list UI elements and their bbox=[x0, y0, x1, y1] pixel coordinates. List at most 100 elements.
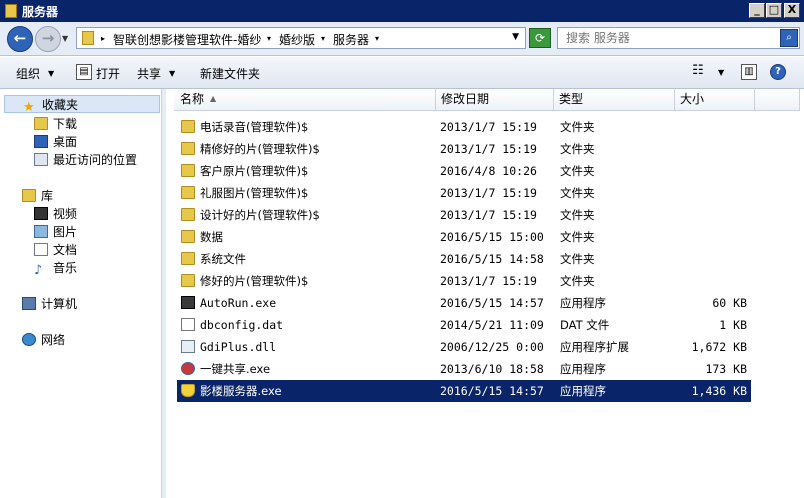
dll-icon bbox=[181, 340, 195, 353]
preview-pane-icon[interactable]: ▥ bbox=[741, 64, 757, 80]
recent-places-icon bbox=[34, 153, 48, 166]
file-date: 2006/12/25 0:00 bbox=[440, 340, 544, 354]
file-row[interactable]: dbconfig.dat 2014/5/21 11:09 DAT 文件 1 KB bbox=[177, 314, 751, 336]
open-button[interactable]: 打开 bbox=[96, 65, 120, 82]
search-icon[interactable]: ⌕ bbox=[780, 29, 798, 47]
file-row[interactable]: GdiPlus.dll 2006/12/25 0:00 应用程序扩展 1,672… bbox=[177, 336, 751, 358]
sidebar-item-pictures[interactable]: 图片 bbox=[34, 223, 77, 241]
sidebar-item-favorites[interactable]: ★ 收藏夹 bbox=[4, 95, 160, 115]
file-name: 礼服图片(管理软件)$ bbox=[200, 186, 309, 200]
chevron-icon[interactable]: ▸ bbox=[101, 34, 105, 43]
folder-icon bbox=[181, 186, 195, 199]
sidebar-item-label: 收藏夹 bbox=[42, 98, 79, 112]
computer-icon bbox=[22, 297, 36, 310]
file-row[interactable]: AutoRun.exe 2016/5/15 14:57 应用程序 60 KB bbox=[177, 292, 751, 314]
back-button[interactable]: ← bbox=[7, 26, 33, 52]
column-header-name[interactable]: 名称 ▲ bbox=[174, 89, 436, 111]
file-name: 一键共享.exe bbox=[200, 362, 271, 376]
sidebar-item-desktop[interactable]: 桌面 bbox=[34, 133, 77, 151]
sidebar-item-downloads[interactable]: 下载 bbox=[34, 115, 77, 133]
file-row[interactable]: 设计好的片(管理软件)$ 2013/1/7 15:19 文件夹 bbox=[177, 204, 751, 226]
navigation-pane: ★ 收藏夹 下载 桌面 最近访问的位置 库 视频 图片 文档 ♪ 音乐 计算机 网络 bbox=[0, 89, 162, 498]
search-box[interactable]: ⌕ bbox=[557, 27, 800, 49]
file-size: 1,672 KB bbox=[691, 340, 747, 354]
breadcrumb-item[interactable]: 婚纱版 bbox=[279, 31, 315, 48]
file-row[interactable]: 客户原片(管理软件)$ 2016/4/8 10:26 文件夹 bbox=[177, 160, 751, 182]
file-row[interactable]: 精修好的片(管理软件)$ 2013/1/7 15:19 文件夹 bbox=[177, 138, 751, 160]
view-options-icon[interactable]: ☷ bbox=[690, 64, 706, 80]
recent-pages-dropdown[interactable]: ▼ bbox=[62, 34, 68, 43]
file-row[interactable]: 系统文件 2016/5/15 14:58 文件夹 bbox=[177, 248, 751, 270]
file-name: 客户原片(管理软件)$ bbox=[200, 164, 309, 178]
sidebar-item-network[interactable]: 网络 bbox=[22, 331, 65, 349]
video-icon bbox=[34, 207, 48, 220]
help-icon[interactable]: ? bbox=[770, 64, 786, 80]
pane-splitter[interactable] bbox=[162, 89, 166, 498]
star-icon: ★ bbox=[23, 100, 35, 115]
file-type: 应用程序 bbox=[560, 362, 606, 376]
window-title: 服务器 bbox=[22, 5, 59, 19]
folder-icon bbox=[181, 230, 195, 243]
sidebar-item-label: 图片 bbox=[53, 225, 78, 239]
minimize-button[interactable]: _ bbox=[749, 3, 765, 18]
column-header-label: 名称 bbox=[180, 92, 205, 106]
organize-menu[interactable]: 组织 ▼ bbox=[16, 65, 54, 82]
sidebar-item-videos[interactable]: 视频 bbox=[34, 205, 77, 223]
share-menu[interactable]: 共享 ▼ bbox=[137, 65, 175, 82]
share-label: 共享 bbox=[137, 67, 162, 81]
library-icon bbox=[22, 189, 36, 202]
file-type: 文件夹 bbox=[560, 142, 595, 156]
sidebar-item-label: 库 bbox=[41, 189, 54, 203]
network-icon bbox=[22, 333, 36, 346]
file-date: 2013/1/7 15:19 bbox=[440, 274, 537, 288]
chevron-down-icon: ▼ bbox=[48, 69, 55, 78]
close-button[interactable]: X bbox=[784, 3, 800, 18]
sidebar-item-documents[interactable]: 文档 bbox=[34, 241, 77, 259]
address-box[interactable]: ▸ 智联创想影楼管理软件-婚纱 ▾ 婚纱版 ▾ 服务器 ▾ ▼ bbox=[76, 27, 526, 49]
exe-icon bbox=[181, 296, 195, 309]
file-row-selected[interactable]: 影楼服务器.exe 2016/5/15 14:57 应用程序 1,436 KB bbox=[177, 380, 751, 402]
share-app-icon bbox=[181, 362, 195, 375]
file-row[interactable]: 数据 2016/5/15 15:00 文件夹 bbox=[177, 226, 751, 248]
folder-icon bbox=[181, 164, 195, 177]
file-row[interactable]: 修好的片(管理软件)$ 2013/1/7 15:19 文件夹 bbox=[177, 270, 751, 292]
chevron-icon[interactable]: ▾ bbox=[321, 34, 325, 43]
file-type: DAT 文件 bbox=[560, 318, 610, 332]
sidebar-item-computer[interactable]: 计算机 bbox=[22, 295, 77, 313]
shield-app-icon bbox=[181, 384, 195, 397]
file-name: AutoRun.exe bbox=[200, 296, 277, 310]
breadcrumb-item[interactable]: 智联创想影楼管理软件-婚纱 bbox=[113, 31, 261, 48]
refresh-button[interactable]: ⟳ bbox=[529, 28, 551, 48]
file-size: 173 KB bbox=[705, 362, 747, 376]
column-header-date[interactable]: 修改日期 bbox=[436, 89, 554, 111]
file-type: 文件夹 bbox=[560, 164, 595, 178]
breadcrumb-item[interactable]: 服务器 bbox=[333, 31, 369, 48]
sidebar-item-music[interactable]: ♪ 音乐 bbox=[34, 259, 78, 278]
column-header-size[interactable]: 大小 bbox=[675, 89, 755, 111]
sidebar-item-libraries[interactable]: 库 bbox=[22, 187, 53, 205]
sidebar-item-recent-places[interactable]: 最近访问的位置 bbox=[34, 151, 137, 169]
address-dropdown-icon[interactable]: ▼ bbox=[512, 32, 519, 42]
file-size: 1 KB bbox=[719, 318, 747, 332]
sidebar-item-label: 桌面 bbox=[53, 135, 78, 149]
file-date: 2013/1/7 15:19 bbox=[440, 186, 537, 200]
file-row[interactable]: 一键共享.exe 2013/6/10 18:58 应用程序 173 KB bbox=[177, 358, 751, 380]
column-header-label: 类型 bbox=[559, 92, 584, 106]
file-size: 60 KB bbox=[712, 296, 747, 310]
sidebar-item-label: 最近访问的位置 bbox=[53, 153, 138, 167]
view-dropdown-icon[interactable]: ▼ bbox=[718, 68, 724, 77]
column-header-type[interactable]: 类型 bbox=[554, 89, 675, 111]
forward-button[interactable]: → bbox=[35, 26, 61, 52]
maximize-button[interactable]: □ bbox=[766, 3, 782, 18]
sidebar-item-label: 音乐 bbox=[53, 261, 78, 275]
file-row[interactable]: 礼服图片(管理软件)$ 2013/1/7 15:19 文件夹 bbox=[177, 182, 751, 204]
chevron-icon[interactable]: ▾ bbox=[375, 34, 379, 43]
sort-ascending-icon: ▲ bbox=[210, 94, 217, 103]
chevron-icon[interactable]: ▾ bbox=[267, 34, 271, 43]
new-folder-button[interactable]: 新建文件夹 bbox=[200, 65, 260, 82]
search-input[interactable] bbox=[566, 30, 776, 46]
file-name: 系统文件 bbox=[200, 252, 246, 266]
file-row[interactable]: 电话录音(管理软件)$ 2013/1/7 15:19 文件夹 bbox=[177, 116, 751, 138]
file-type: 应用程序 bbox=[560, 296, 606, 310]
file-type: 文件夹 bbox=[560, 230, 595, 244]
